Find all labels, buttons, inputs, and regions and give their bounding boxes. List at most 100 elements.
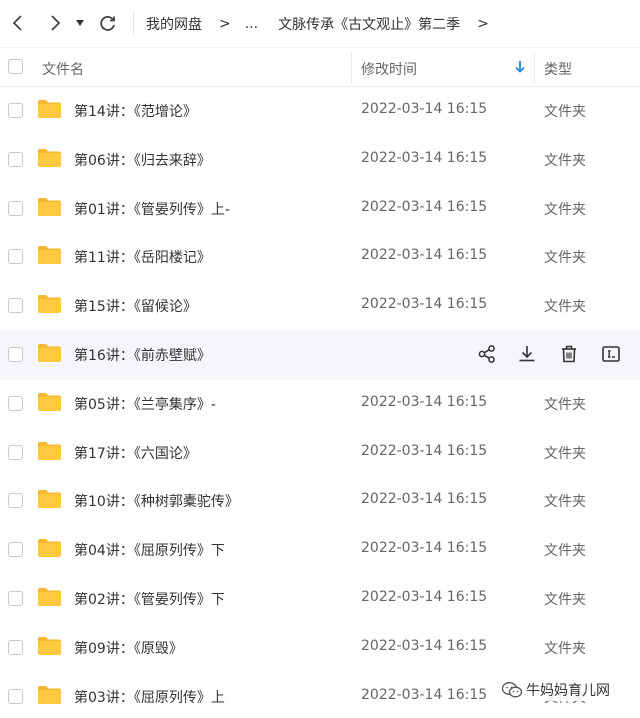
row-checkbox[interactable] bbox=[8, 493, 23, 509]
sort-down-arrow-icon[interactable] bbox=[513, 59, 527, 75]
row-checkbox[interactable] bbox=[8, 249, 23, 265]
file-list-header: 文件名 修改时间 类型 bbox=[0, 47, 640, 87]
row-checkbox[interactable] bbox=[8, 542, 23, 558]
caret-down-icon[interactable] bbox=[70, 10, 90, 36]
file-row[interactable]: 第14讲：《范增论》 2022-03-14 16:15 文件夹 bbox=[0, 87, 640, 136]
row-actions bbox=[0, 331, 640, 380]
breadcrumb-separator: > bbox=[477, 16, 489, 32]
folder-icon bbox=[38, 246, 61, 265]
file-name[interactable]: 第15讲：《留候论》 bbox=[74, 296, 197, 316]
folder-icon bbox=[38, 587, 61, 606]
file-type: 文件夹 bbox=[544, 543, 586, 560]
file-row[interactable]: 第15讲：《留候论》 2022-03-14 16:15 文件夹 bbox=[0, 282, 640, 331]
file-type: 文件夹 bbox=[544, 201, 586, 218]
folder-icon bbox=[38, 100, 61, 118]
watermark: 牛妈妈育儿网 bbox=[497, 679, 614, 701]
folder-icon bbox=[38, 148, 61, 167]
file-name[interactable]: 第14讲：《范增论》 bbox=[74, 101, 197, 121]
folder-icon bbox=[38, 636, 61, 655]
row-checkbox[interactable] bbox=[8, 639, 23, 655]
row-checkbox[interactable] bbox=[8, 200, 23, 216]
file-row[interactable]: 第05讲：《兰亭集序》- 2022-03-14 16:15 文件夹 bbox=[0, 380, 640, 429]
breadcrumb: 我的网盘 > ... 文脉传承《古文观止》第二季 > bbox=[146, 14, 503, 34]
file-name[interactable]: 第02讲：《管晏列传》下 bbox=[74, 589, 225, 609]
row-checkbox[interactable] bbox=[8, 298, 23, 314]
column-divider bbox=[534, 52, 535, 84]
wechat-icon bbox=[501, 682, 523, 698]
file-modified-time: 2022-03-14 16:15 bbox=[361, 101, 488, 117]
file-type: 文件夹 bbox=[544, 640, 586, 657]
file-name[interactable]: 第17讲：《六国论》 bbox=[74, 443, 197, 463]
folder-icon bbox=[38, 685, 61, 704]
file-name[interactable]: 第10讲：《种树郭橐驼传》 bbox=[74, 491, 239, 511]
folder-icon bbox=[38, 539, 61, 558]
file-modified-time: 2022-03-14 16:15 bbox=[361, 149, 488, 166]
file-name[interactable]: 第01讲：《管晏列传》上- bbox=[74, 199, 230, 219]
folder-icon bbox=[38, 490, 61, 509]
file-modified-time: 2022-03-14 16:15 bbox=[361, 588, 488, 605]
breadcrumb-item-current[interactable]: 文脉传承《古文观止》第二季 bbox=[278, 14, 460, 34]
column-header-time[interactable]: 修改时间 bbox=[361, 59, 417, 79]
file-modified-time: 2022-03-14 16:15 bbox=[361, 637, 488, 654]
file-row[interactable]: 第09讲：《原毁》 2022-03-14 16:15 文件夹 bbox=[0, 624, 640, 673]
file-name[interactable]: 第09讲：《原毁》 bbox=[74, 638, 183, 658]
row-checkbox[interactable] bbox=[8, 688, 23, 704]
column-header-name[interactable]: 文件名 bbox=[42, 59, 84, 79]
file-list: 第14讲：《范增论》 2022-03-14 16:15 文件夹 第06讲：《归去来辞》… bbox=[0, 87, 640, 718]
refresh-icon[interactable] bbox=[95, 10, 121, 36]
folder-icon bbox=[38, 197, 61, 216]
file-row[interactable]: 第10讲：《种树郭橐驼传》 2022-03-14 16:15 文件夹 bbox=[0, 477, 640, 526]
download-icon[interactable] bbox=[517, 344, 537, 364]
file-modified-time: 2022-03-14 16:15 bbox=[361, 686, 488, 703]
file-modified-time: 2022-03-14 16:15 bbox=[361, 296, 488, 313]
file-row[interactable]: 第16讲：《前赤壁赋》 bbox=[0, 330, 640, 380]
delete-icon[interactable] bbox=[559, 344, 579, 364]
file-row[interactable]: 第17讲：《六国论》 2022-03-14 16:15 文件夹 bbox=[0, 429, 640, 478]
watermark-text: 牛妈妈育儿网 bbox=[526, 683, 610, 699]
file-row[interactable]: 第02讲：《管晏列传》下 2022-03-14 16:15 文件夹 bbox=[0, 575, 640, 624]
file-type: 文件夹 bbox=[544, 494, 586, 511]
file-type: 文件夹 bbox=[544, 299, 586, 316]
file-name[interactable]: 第03讲：《屈原列传》上 bbox=[74, 687, 225, 707]
breadcrumb-separator: > bbox=[219, 16, 231, 32]
file-modified-time: 2022-03-14 16:15 bbox=[361, 491, 488, 508]
file-name[interactable]: 第11讲：《岳阳楼记》 bbox=[74, 247, 211, 267]
row-checkbox[interactable] bbox=[8, 103, 23, 118]
file-modified-time: 2022-03-14 16:15 bbox=[361, 198, 488, 215]
chevron-right-icon[interactable] bbox=[42, 10, 68, 36]
file-name[interactable]: 第04讲：《屈原列传》下 bbox=[74, 540, 225, 560]
file-row[interactable]: 第06讲：《归去来辞》 2022-03-14 16:15 文件夹 bbox=[0, 136, 640, 185]
folder-icon bbox=[38, 295, 61, 314]
select-all-checkbox[interactable] bbox=[8, 59, 23, 74]
row-checkbox[interactable] bbox=[8, 444, 23, 460]
file-modified-time: 2022-03-14 16:15 bbox=[361, 247, 488, 264]
column-divider bbox=[351, 52, 352, 84]
row-checkbox[interactable] bbox=[8, 151, 23, 167]
file-modified-time: 2022-03-14 16:15 bbox=[361, 540, 488, 557]
breadcrumb-item-ellipsis[interactable]: ... bbox=[245, 16, 258, 32]
column-header-type[interactable]: 类型 bbox=[544, 59, 572, 79]
folder-icon bbox=[38, 441, 61, 460]
toolbar: 我的网盘 > ... 文脉传承《古文观止》第二季 > bbox=[0, 0, 640, 47]
rename-icon[interactable] bbox=[601, 344, 621, 364]
file-type: 文件夹 bbox=[544, 445, 586, 462]
file-name[interactable]: 第05讲：《兰亭集序》- bbox=[74, 394, 216, 414]
share-icon[interactable] bbox=[477, 344, 497, 364]
chevron-left-icon[interactable] bbox=[5, 10, 31, 36]
file-name[interactable]: 第06讲：《归去来辞》 bbox=[74, 150, 211, 170]
file-type: 文件夹 bbox=[544, 591, 586, 608]
row-checkbox[interactable] bbox=[8, 590, 23, 606]
file-modified-time: 2022-03-14 16:15 bbox=[361, 442, 488, 459]
breadcrumb-item-root[interactable]: 我的网盘 bbox=[146, 14, 202, 34]
file-type: 文件夹 bbox=[544, 250, 586, 267]
file-modified-time: 2022-03-14 16:15 bbox=[361, 393, 488, 410]
folder-icon bbox=[38, 392, 61, 411]
file-row[interactable]: 第04讲：《屈原列传》下 2022-03-14 16:15 文件夹 bbox=[0, 526, 640, 575]
file-type: 文件夹 bbox=[544, 396, 586, 413]
file-row[interactable]: 第11讲：《岳阳楼记》 2022-03-14 16:15 文件夹 bbox=[0, 233, 640, 282]
toolbar-divider bbox=[133, 12, 134, 34]
file-row[interactable]: 第01讲：《管晏列传》上- 2022-03-14 16:15 文件夹 bbox=[0, 185, 640, 234]
file-type: 文件夹 bbox=[544, 152, 586, 169]
file-type: 文件夹 bbox=[544, 104, 586, 120]
row-checkbox[interactable] bbox=[8, 395, 23, 411]
